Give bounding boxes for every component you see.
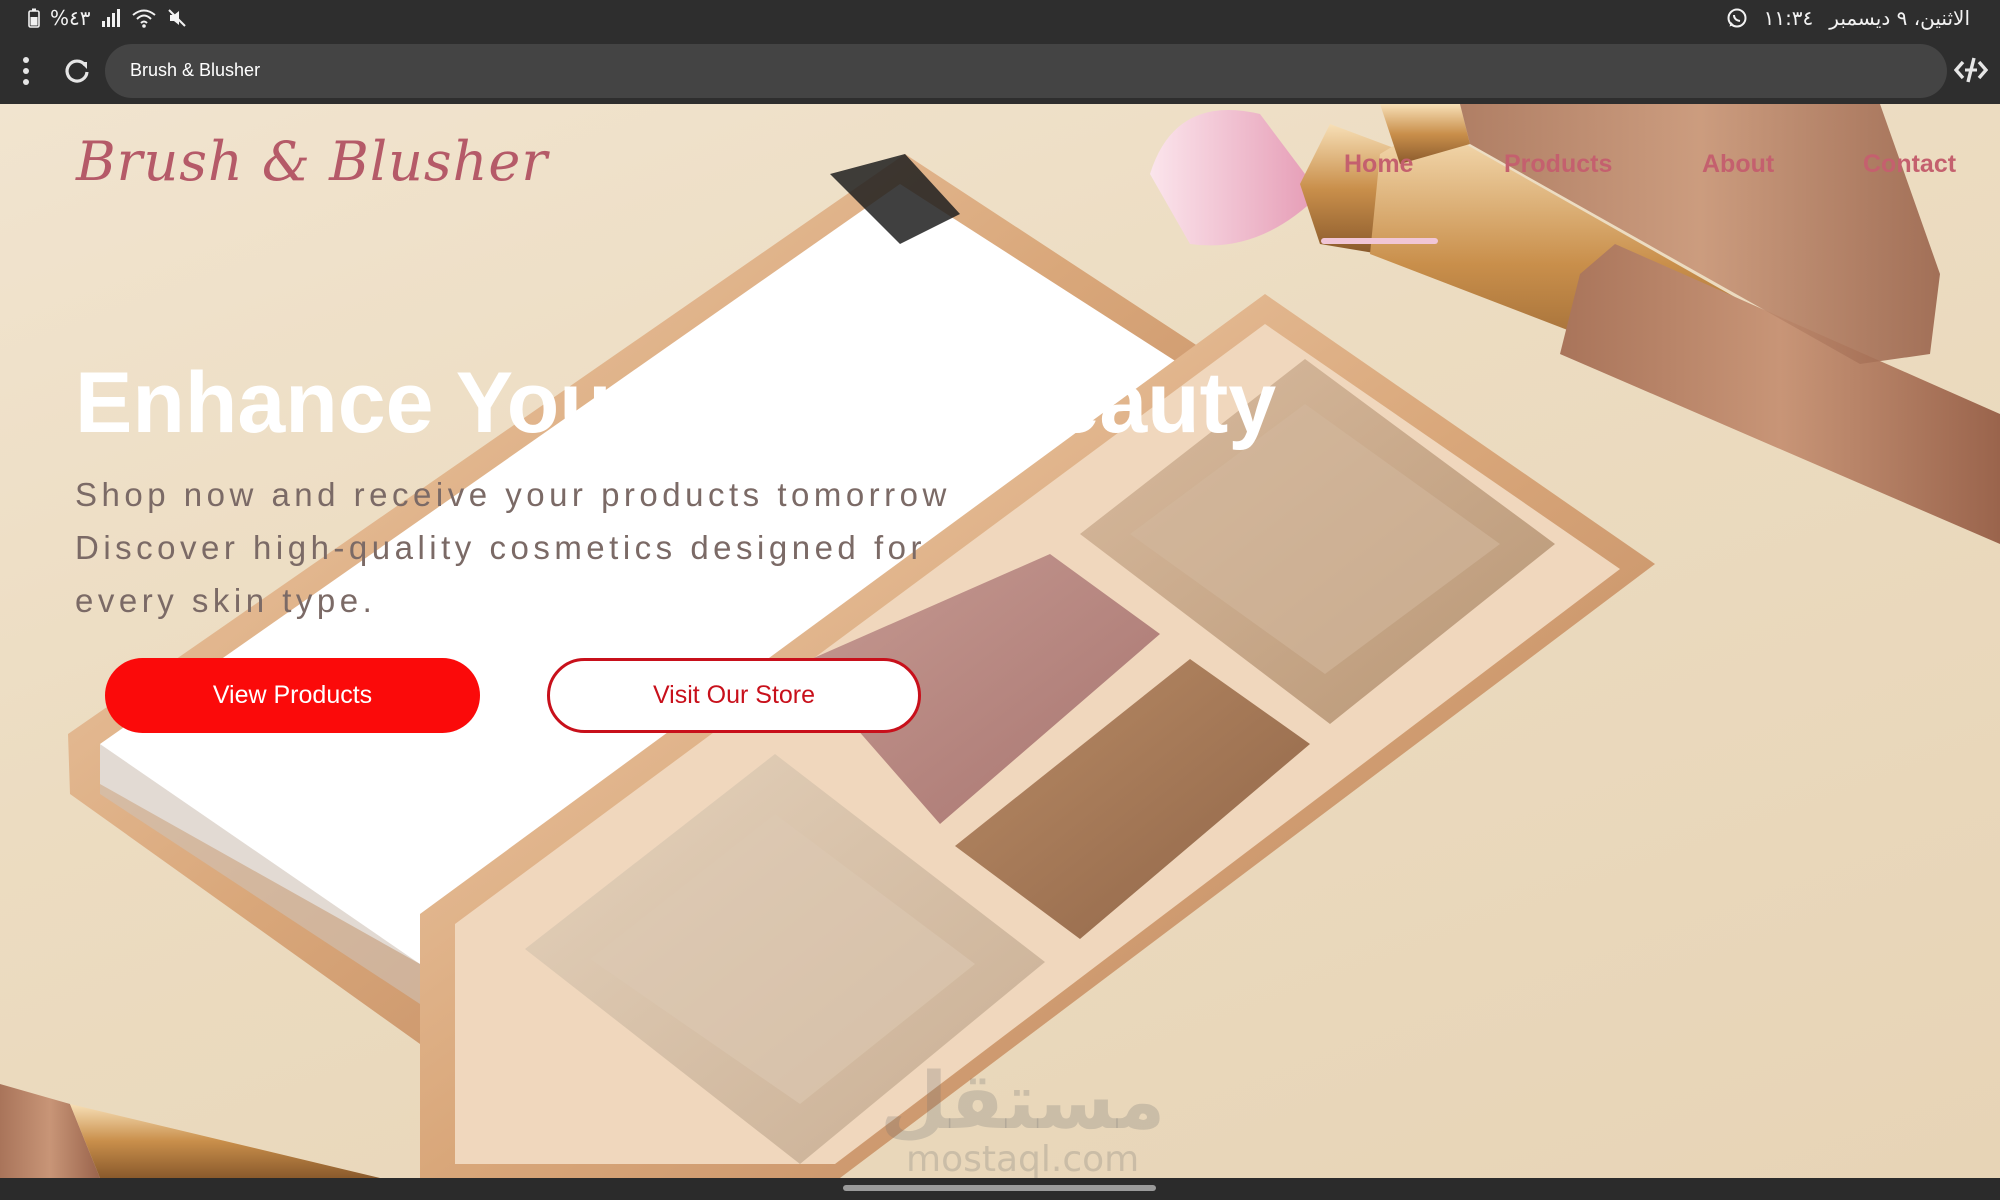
watermark-latin: mostaql.com: [906, 1139, 1140, 1178]
status-time: ١١:٣٤: [1763, 6, 1814, 30]
menu-icon[interactable]: [14, 52, 38, 90]
battery-icon: [28, 8, 40, 28]
code-icon[interactable]: [1953, 52, 1989, 88]
status-bar: %٤٣ الاثنين، ٩ ديسمبر ١١:٣٤: [0, 0, 2000, 38]
nav-home-link[interactable]: Home: [1344, 150, 1413, 179]
status-left-group: %٤٣: [28, 6, 187, 30]
website-page: Brush & Blusher Home Products About Cont…: [0, 104, 2000, 1178]
nav-products-link[interactable]: Products: [1504, 150, 1612, 179]
battery-percent: %٤٣: [50, 6, 91, 30]
wifi-icon: [131, 8, 157, 28]
site-nav: Home Products About Contact: [0, 150, 2000, 244]
reload-icon[interactable]: [60, 54, 94, 88]
url-text: Brush & Blusher: [130, 60, 261, 80]
nav-contact-link[interactable]: Contact: [1863, 150, 1956, 179]
browser-toolbar: Brush & Blusher: [0, 38, 2000, 104]
watermark-arabic: مستقل: [880, 1057, 1166, 1147]
status-date: الاثنين، ٩ ديسمبر: [1829, 6, 1970, 30]
hero-title: Enhance Your Natural Beauty: [75, 355, 1277, 451]
signal-icon: [101, 9, 121, 27]
url-bar[interactable]: Brush & Blusher: [105, 44, 1947, 98]
visit-store-button[interactable]: Visit Our Store: [547, 658, 921, 733]
whatsapp-icon: [1726, 7, 1748, 29]
hero-subtitle: Shop now and receive your products tomor…: [75, 476, 951, 619]
nav-about-link[interactable]: About: [1702, 150, 1774, 179]
view-products-button[interactable]: View Products: [105, 658, 480, 733]
hero-background-image: [0, 104, 2000, 1178]
system-navigation-bar: [0, 1178, 2000, 1200]
status-right-group: الاثنين، ٩ ديسمبر ١١:٣٤: [1726, 6, 1970, 30]
gesture-handle[interactable]: [843, 1185, 1156, 1191]
nav-active-indicator: [1321, 238, 1438, 244]
watermark: مستقل mostaql.com: [880, 1062, 1165, 1178]
mute-icon: [167, 8, 187, 28]
